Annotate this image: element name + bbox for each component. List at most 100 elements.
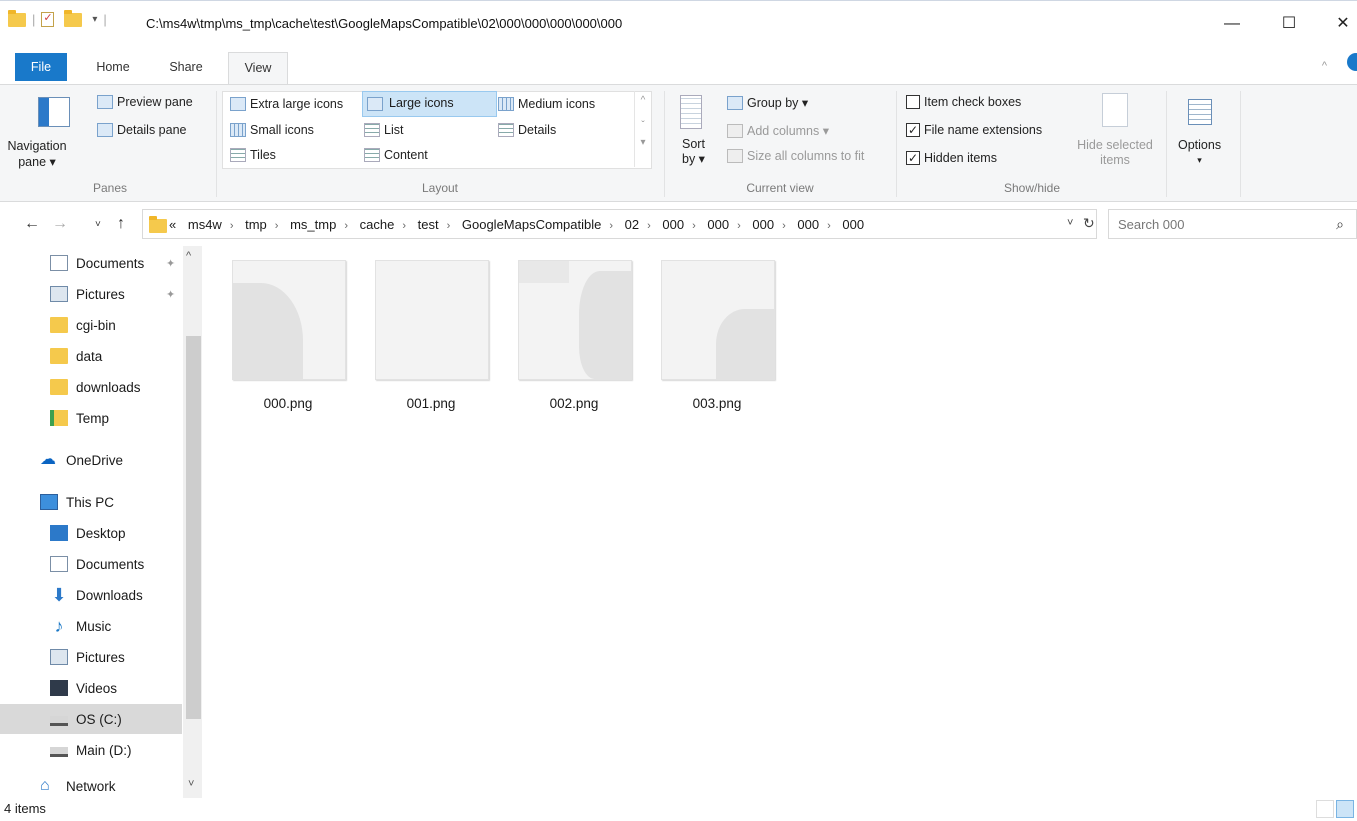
nav-item-documents[interactable]: Documents [0, 549, 182, 579]
file-item[interactable]: 002.png [491, 258, 633, 418]
search-input[interactable]: Search 000 ⌕ [1108, 209, 1357, 239]
file-thumbnail [232, 260, 346, 380]
file-item[interactable]: 003.png [634, 258, 776, 418]
close-button[interactable]: ✕ [1320, 9, 1357, 39]
layout-large-icons[interactable]: Large icons [362, 91, 497, 117]
address-bar[interactable]: « ms4w › tmp › ms_tmp › cache › test › Google… [142, 209, 1097, 239]
layout-details[interactable]: Details [498, 123, 556, 137]
details-label: Details [518, 123, 557, 137]
breadcrumb-item[interactable]: ms_tmp [290, 217, 336, 232]
up-button[interactable]: ↑ [117, 215, 125, 233]
add-columns-button[interactable]: Add columns ▾ [727, 123, 829, 138]
breadcrumb-item[interactable]: 000 [842, 217, 864, 232]
sort-by-button[interactable]: Sort by ▾ [682, 137, 705, 167]
properties-icon[interactable] [41, 11, 55, 27]
layout-tiles[interactable]: Tiles [230, 148, 276, 162]
collapse-ribbon-icon[interactable]: ^ [1322, 60, 1327, 72]
nav-item-os-c[interactable]: OS (C:) [0, 704, 182, 734]
breadcrumb-separator-icon[interactable]: › [737, 220, 741, 232]
breadcrumb-separator-icon[interactable]: › [609, 220, 613, 232]
nav-item-main-d[interactable]: Main (D:) [0, 735, 182, 765]
breadcrumb-separator-icon[interactable]: › [447, 220, 451, 232]
breadcrumb-item[interactable]: 000 [752, 217, 774, 232]
forward-button[interactable]: → [52, 215, 68, 233]
scroll-up-icon[interactable]: ^ [635, 95, 651, 106]
minimize-button[interactable]: — [1209, 9, 1255, 39]
tab-view[interactable]: View [228, 52, 288, 85]
nav-item-pictures-pinned[interactable]: Pictures ✦ [0, 279, 182, 309]
address-history-icon[interactable]: ˅ [1067, 217, 1073, 229]
navigation-pane-button[interactable]: Navigation pane ▾ [4, 138, 70, 170]
breadcrumb-item[interactable]: tmp [245, 217, 267, 232]
gallery-expand-icon[interactable]: ▾ [635, 137, 651, 148]
breadcrumb-item[interactable]: 000 [707, 217, 729, 232]
nav-item-downloads[interactable]: ⬇ Downloads [0, 580, 182, 610]
breadcrumb-item[interactable]: 000 [662, 217, 684, 232]
layout-extra-large-icons[interactable]: Extra large icons [230, 97, 343, 111]
preview-pane-button[interactable]: Preview pane [97, 95, 193, 109]
recent-locations-icon[interactable]: ˅ [95, 219, 101, 230]
breadcrumb-separator-icon[interactable]: › [827, 220, 831, 232]
breadcrumb-item[interactable]: ms4w [188, 217, 222, 232]
options-button[interactable]: Options ▾ [1178, 138, 1221, 168]
breadcrumb-overflow[interactable]: « [169, 217, 176, 232]
refresh-icon[interactable]: ↻ [1083, 215, 1095, 232]
new-folder-icon[interactable] [64, 9, 83, 27]
nav-item-downloads-folder[interactable]: downloads [0, 372, 182, 402]
nav-item-label: downloads [76, 379, 141, 395]
back-button[interactable]: ← [24, 215, 40, 233]
breadcrumb-item[interactable]: 02 [625, 217, 639, 232]
breadcrumb-item[interactable]: GoogleMapsCompatible [462, 217, 601, 232]
layout-list[interactable]: List [364, 123, 403, 137]
scroll-up-icon[interactable]: ^ [186, 250, 191, 262]
breadcrumb-item[interactable]: 000 [797, 217, 819, 232]
breadcrumb-item[interactable]: cache [360, 217, 395, 232]
nav-item-temp[interactable]: Temp [0, 403, 182, 433]
tab-home[interactable]: Home [88, 52, 138, 84]
nav-item-desktop[interactable]: Desktop [0, 518, 182, 548]
nav-item-onedrive[interactable]: ☁ OneDrive [0, 445, 182, 475]
breadcrumb-item[interactable]: test [418, 217, 439, 232]
breadcrumb-separator-icon[interactable]: › [402, 220, 406, 232]
tab-share[interactable]: Share [162, 52, 210, 84]
breadcrumb-separator-icon[interactable]: › [692, 220, 696, 232]
group-by-button[interactable]: Group by ▾ [727, 95, 808, 110]
folder-icon [50, 379, 68, 395]
breadcrumb-separator-icon[interactable]: › [275, 220, 279, 232]
customize-toolbar-icon[interactable]: ▾ [92, 14, 97, 25]
breadcrumb-separator-icon[interactable]: › [782, 220, 786, 232]
details-view-icon[interactable] [1316, 800, 1334, 818]
file-name-extensions-checkbox[interactable]: ✓ File name extensions [906, 123, 1042, 137]
scroll-down-icon[interactable]: ˇ [635, 120, 651, 131]
file-item[interactable]: 001.png [348, 258, 490, 418]
layout-small-icons[interactable]: Small icons [230, 123, 314, 137]
nav-item-network[interactable]: ⌂ Network [0, 774, 182, 798]
size-all-columns-button[interactable]: Size all columns to fit [727, 149, 864, 163]
nav-item-cgi-bin[interactable]: cgi-bin [0, 310, 182, 340]
maximize-button[interactable]: ☐ [1266, 9, 1312, 39]
nav-item-videos[interactable]: Videos [0, 673, 182, 703]
file-name-extensions-label: File name extensions [924, 123, 1043, 137]
large-icons-view-icon[interactable] [1336, 800, 1354, 818]
scroll-down-icon[interactable]: ˅ [188, 778, 194, 790]
nav-item-data[interactable]: data [0, 341, 182, 371]
nav-pane-scrollbar-thumb[interactable] [186, 336, 201, 719]
search-icon[interactable]: ⌕ [1336, 216, 1344, 233]
hide-selected-items-button[interactable]: Hide selected items [1072, 138, 1158, 168]
onedrive-icon: ☁ [40, 451, 56, 468]
details-pane-button[interactable]: Details pane [97, 123, 187, 137]
breadcrumb-separator-icon[interactable]: › [647, 220, 651, 232]
nav-item-music[interactable]: ♪ Music [0, 611, 182, 641]
breadcrumb-separator-icon[interactable]: › [230, 220, 234, 232]
layout-gallery-scrollbar[interactable]: ^ ˇ ▾ [634, 91, 651, 167]
layout-content[interactable]: Content [364, 148, 428, 162]
nav-item-this-pc[interactable]: This PC [0, 487, 182, 517]
hidden-items-checkbox[interactable]: ✓ Hidden items [906, 151, 997, 165]
tab-file[interactable]: File [15, 53, 67, 81]
breadcrumb-separator-icon[interactable]: › [344, 220, 348, 232]
layout-medium-icons[interactable]: Medium icons [498, 97, 595, 111]
nav-item-documents-pinned[interactable]: Documents ✦ [0, 248, 182, 278]
nav-item-pictures[interactable]: Pictures [0, 642, 182, 672]
item-check-boxes-checkbox[interactable]: Item check boxes [906, 95, 1021, 109]
file-item[interactable]: 000.png [205, 258, 347, 418]
